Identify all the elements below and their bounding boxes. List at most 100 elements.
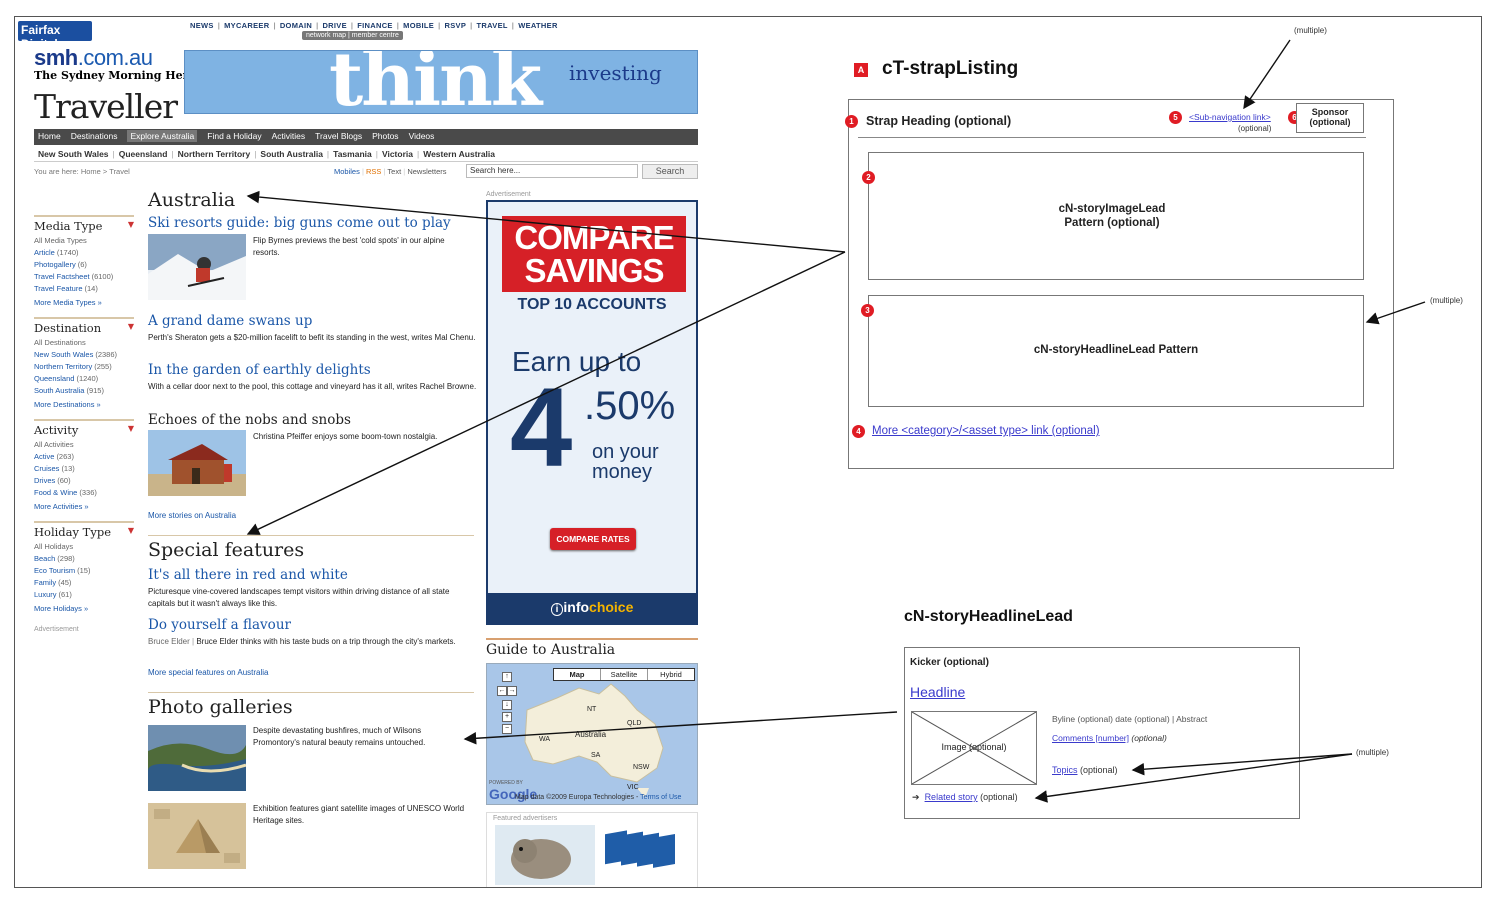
filter-item[interactable]: Cruises (13) [34,463,75,475]
top-nav-item[interactable]: WEATHER [518,21,557,30]
subnav-link[interactable]: <Sub-navigation link> [1189,112,1271,122]
network-map-links[interactable]: network map | member centre [302,31,403,40]
filter-more-link[interactable]: More Activities » [34,501,89,513]
top-nav-item[interactable]: FINANCE [357,21,392,30]
main-nav-item[interactable]: Photos [372,131,398,141]
australia-heading[interactable]: Australia [148,189,235,211]
story-headline[interactable]: Do yourself a flavour [148,617,291,633]
special-features-heading[interactable]: Special features [148,539,304,561]
pan-left-icon[interactable]: ← [497,686,507,696]
main-nav-item[interactable]: Travel Blogs [315,131,362,141]
sub-nav-item[interactable]: Queensland [119,149,168,159]
related-story-link[interactable]: Related story [925,792,978,802]
pan-down-icon[interactable]: ↓ [502,700,512,710]
filter-heading[interactable]: Activity ▼ [34,419,134,437]
rss-link[interactable]: RSS [366,167,381,176]
topics-link[interactable]: Topics [1052,765,1078,775]
seal-image[interactable] [495,825,595,885]
cottage-thumbnail[interactable] [148,430,246,496]
pan-up-icon[interactable]: ↑ [502,672,512,682]
filter-item[interactable]: Travel Factsheet (6100) [34,271,113,283]
more-australia-link[interactable]: More stories on Australia [148,511,236,520]
cards-image[interactable] [601,825,691,885]
hybrid-tab[interactable]: Hybrid [648,669,694,680]
map-tab[interactable]: Map [554,669,601,680]
story-headline[interactable]: Echoes of the nobs and snobs [148,412,351,428]
filter-item[interactable]: All Destinations [34,337,88,349]
filter-more-link[interactable]: More Holidays » [34,603,88,615]
think-investing-banner[interactable]: think investing [184,50,698,114]
smh-logo[interactable]: smh.com.au [34,45,153,71]
top-nav-item[interactable]: RSVP [445,21,467,30]
filter-item[interactable]: Article (1740) [34,247,79,259]
filter-item[interactable]: New South Wales (2386) [34,349,117,361]
text-link[interactable]: Text [387,167,401,176]
filter-more-link[interactable]: More Destinations » [34,399,101,411]
filter-item[interactable]: South Australia (915) [34,385,104,397]
sub-nav-item[interactable]: Victoria [382,149,413,159]
filter-item[interactable]: Photogallery (6) [34,259,87,271]
top-nav-item[interactable]: TRAVEL [477,21,508,30]
dropdown-arrow-icon[interactable]: ▼ [128,322,134,331]
main-nav-item[interactable]: Activities [272,131,306,141]
australia-map[interactable]: Map Satellite Hybrid ↑ ← → ↓ + − NT QLD W… [486,663,698,805]
dropdown-arrow-icon[interactable]: ▼ [128,424,134,433]
main-nav-item[interactable]: Videos [409,131,435,141]
filter-item[interactable]: Luxury (61) [34,589,72,601]
search-input[interactable]: Search here... [466,164,638,178]
search-button[interactable]: Search [642,164,698,179]
top-nav-item[interactable]: NEWS [190,21,214,30]
breadcrumb[interactable]: You are here: Home > Travel [34,167,130,176]
headline-link[interactable]: Headline [910,684,965,700]
dropdown-arrow-icon[interactable]: ▼ [128,526,134,535]
pan-right-icon[interactable]: → [507,686,517,696]
top-nav-item[interactable]: DOMAIN [280,21,312,30]
sub-nav-item[interactable]: New South Wales [38,149,109,159]
filter-item[interactable]: Northern Territory (255) [34,361,112,373]
sub-nav-item[interactable]: South Australia [260,149,323,159]
filter-more-link[interactable]: More Media Types » [34,297,102,309]
filter-item[interactable]: All Holidays [34,541,75,553]
sub-nav-item[interactable]: Tasmania [333,149,372,159]
filter-heading[interactable]: Media Type ▼ [34,215,134,233]
story-headline[interactable]: It's all there in red and white [148,567,348,583]
compare-rates-button[interactable]: COMPARE RATES [550,528,636,550]
top-nav-item[interactable]: MOBILE [403,21,434,30]
terms-link[interactable]: Terms of Use [640,794,681,801]
infochoice-ad[interactable]: COMPARE SAVINGS TOP 10 ACCOUNTS Earn up t… [486,200,698,625]
filter-item[interactable]: Family (45) [34,577,71,589]
more-special-link[interactable]: More special features on Australia [148,668,269,677]
story-headline[interactable]: A grand dame swans up [148,313,312,329]
more-category-link[interactable]: More <category>/<asset type> link (optio… [872,425,1100,437]
mobiles-link[interactable]: Mobiles [334,167,360,176]
sub-nav-item[interactable]: Northern Territory [178,149,251,159]
comments-link[interactable]: Comments [number] [1052,733,1129,743]
story-headline[interactable]: In the garden of earthly delights [148,362,371,378]
main-nav-item[interactable]: Destinations [71,131,118,141]
filter-item[interactable]: Eco Tourism (15) [34,565,90,577]
newsletters-link[interactable]: Newsletters [407,167,446,176]
traveller-logo[interactable]: Traveller [34,87,178,126]
zoom-in-icon[interactable]: + [502,712,512,722]
main-nav-item[interactable]: Home [38,131,61,141]
main-nav-item[interactable]: Explore Australia [127,130,198,142]
filter-item[interactable]: Queensland (1240) [34,373,98,385]
top-nav-item[interactable]: DRIVE [322,21,346,30]
filter-item[interactable]: Beach (298) [34,553,75,565]
dropdown-arrow-icon[interactable]: ▼ [128,220,134,229]
guide-heading[interactable]: Guide to Australia [486,638,698,658]
photo-galleries-heading[interactable]: Photo galleries [148,696,293,718]
filter-item[interactable]: All Media Types [34,235,89,247]
story-headline[interactable]: Ski resorts guide: big guns come out to … [148,215,451,231]
fairfax-digital-logo[interactable]: Fairfax Digital [18,21,92,51]
filter-item[interactable]: Drives (60) [34,475,71,487]
zoom-out-icon[interactable]: − [502,724,512,734]
filter-heading[interactable]: Holiday Type ▼ [34,521,134,539]
filter-heading[interactable]: Destination ▼ [34,317,134,335]
coast-thumbnail[interactable] [148,725,246,791]
filter-item[interactable]: All Activities [34,439,76,451]
sub-nav-item[interactable]: Western Australia [423,149,495,159]
satellite-tab[interactable]: Satellite [601,669,648,680]
top-nav-item[interactable]: MYCAREER [224,21,269,30]
pyramid-thumbnail[interactable] [148,803,246,869]
